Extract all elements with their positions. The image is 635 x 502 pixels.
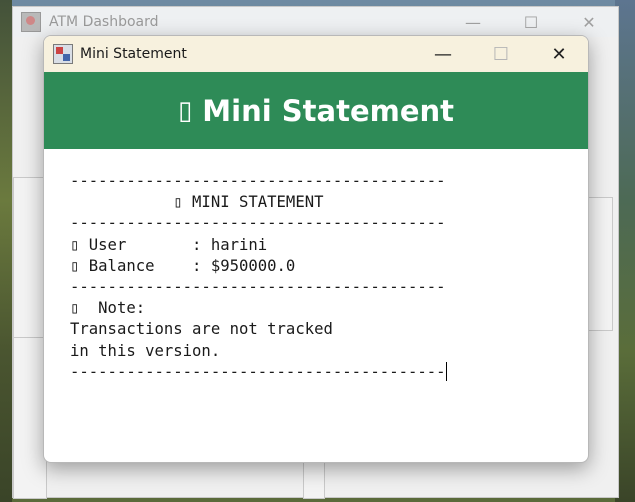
- separator-line: ----------------------------------------: [70, 214, 446, 233]
- statement-header-title: Mini Statement: [202, 93, 455, 128]
- dialog-titlebar[interactable]: Mini Statement — ☐ ✕: [44, 36, 588, 72]
- minimize-button[interactable]: —: [414, 36, 472, 72]
- minimize-icon: —: [434, 43, 452, 65]
- maximize-button: ☐: [472, 36, 530, 72]
- text-caret: [445, 361, 447, 381]
- separator-line-last: ----------------------------------------: [70, 361, 588, 383]
- dashboard-panel-bottom: [303, 459, 325, 499]
- note-label: ▯ Note:: [70, 299, 146, 318]
- desktop-wallpaper-left: [0, 0, 12, 502]
- separator-line: ----------------------------------------: [70, 362, 446, 381]
- close-icon[interactable]: ✕: [560, 13, 618, 32]
- separator-line: ----------------------------------------: [70, 172, 446, 190]
- java-app-icon: [21, 12, 41, 32]
- mini-statement-dialog: Mini Statement — ☐ ✕ ▯ Mini Statement --…: [43, 35, 589, 463]
- note-text-line: in this version.: [70, 341, 221, 360]
- close-button[interactable]: ✕: [530, 36, 588, 72]
- close-icon: ✕: [551, 43, 567, 65]
- statement-heading: ▯ MINI STATEMENT: [70, 193, 324, 212]
- maximize-icon[interactable]: ☐: [502, 13, 560, 32]
- dashboard-panel-left: [13, 177, 47, 339]
- atm-dashboard-window-controls: — ☐ ✕: [444, 13, 618, 32]
- dialog-window-controls: — ☐ ✕: [414, 36, 588, 72]
- statement-text-area[interactable]: ----------------------------------------…: [44, 149, 588, 383]
- atm-dashboard-titlebar: ATM Dashboard — ☐ ✕: [13, 7, 618, 37]
- missing-glyph-icon: ▯: [177, 95, 193, 126]
- separator-line: ----------------------------------------: [70, 278, 446, 297]
- balance-line: ▯ Balance : $950000.0: [70, 256, 296, 275]
- minimize-icon[interactable]: —: [444, 13, 502, 32]
- atm-dashboard-title: ATM Dashboard: [49, 14, 159, 30]
- dialog-title: Mini Statement: [80, 46, 187, 62]
- user-line: ▯ User : harini: [70, 235, 268, 254]
- note-text-line: Transactions are not tracked: [70, 320, 333, 339]
- dashboard-panel-bottom-left: [13, 337, 47, 499]
- java-app-icon: [53, 44, 73, 64]
- maximize-icon: ☐: [492, 43, 510, 65]
- statement-header: ▯ Mini Statement: [44, 72, 588, 149]
